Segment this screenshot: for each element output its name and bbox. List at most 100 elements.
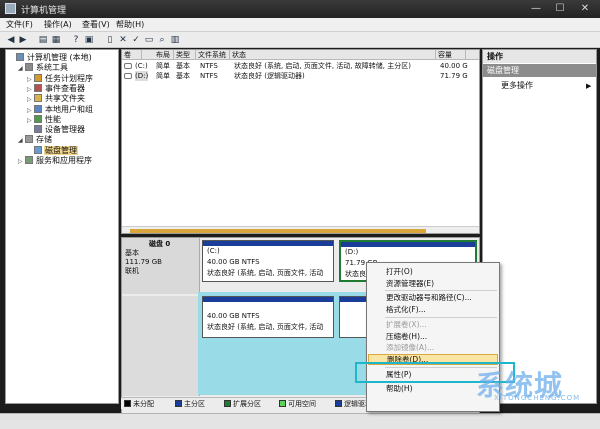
tree-item-label: 事件查看器 — [45, 83, 85, 93]
actions-section-disk-management[interactable]: 磁盘管理 — [483, 64, 596, 77]
partition-name: (C:) — [207, 247, 220, 255]
cell-status: 状态良好 (逻辑驱动器) — [234, 72, 305, 80]
menu-action[interactable]: 操作(A) — [44, 19, 72, 31]
chevron-right-icon[interactable]: ▶ — [586, 81, 591, 91]
drive-icon — [124, 73, 132, 79]
partition-c[interactable]: (C:) 40.00 GB NTFS 状态良好 (系统, 启动, 页面文件, 活… — [202, 240, 334, 282]
tree-item-label: 设备管理器 — [45, 125, 85, 135]
help-icon[interactable]: ? — [70, 34, 82, 46]
context-menu-item[interactable]: 资源管理器(E) — [368, 278, 498, 289]
back-arrow-icon[interactable]: ◀ — [5, 34, 17, 46]
context-menu-item: 扩展卷(X)... — [386, 319, 427, 329]
volume-row-d[interactable]: (D:) 简单 基本 NTFS 状态良好 (逻辑驱动器) 71.79 G — [122, 71, 479, 81]
computer-icon — [16, 53, 24, 61]
scrollbar-thumb[interactable] — [130, 229, 426, 233]
partition-status: 状态良好 (系统, 启动, 页面文件, 活动 — [207, 323, 324, 331]
users-icon — [34, 104, 42, 113]
legend-label: 主分区 — [184, 400, 205, 408]
partition-disk1-second[interactable] — [339, 296, 369, 338]
clock-icon — [34, 73, 42, 82]
folder-icon[interactable]: ▤ — [37, 34, 49, 46]
expander-icon[interactable]: ◢ — [18, 136, 25, 146]
tree-item-label: 系统工具 — [36, 63, 68, 73]
partition-size: 40.00 GB NTFS — [207, 258, 260, 266]
menu-view[interactable]: 查看(V) — [82, 19, 110, 31]
menu-file[interactable]: 文件(F) — [6, 19, 33, 31]
menu-separator — [385, 290, 497, 292]
tree-item-services[interactable]: ▷ 服务和应用程序 — [18, 156, 93, 167]
maximize-button[interactable]: ☐ — [549, 1, 571, 16]
list-icon[interactable]: ▥ — [169, 34, 181, 46]
close-button[interactable]: ✕ — [573, 1, 597, 16]
window-title: 计算机管理 — [21, 6, 67, 16]
legend-swatch — [224, 400, 231, 407]
horizontal-scrollbar[interactable] — [122, 226, 479, 233]
panel-icon[interactable]: ▣ — [83, 34, 95, 46]
cell-capacity: 40.00 G — [440, 62, 468, 70]
legend-item: 主分区 — [175, 400, 205, 408]
partition-name: (D:) — [345, 248, 359, 256]
title-bar: 计算机管理 — ☐ ✕ — [0, 0, 600, 18]
column-header-filesystem[interactable]: 文件系统 — [196, 50, 230, 60]
disk-1-label[interactable] — [122, 296, 200, 396]
legend-item: 未分配 — [124, 400, 154, 408]
legend-swatch — [175, 400, 182, 407]
navigation-tree: 计算机管理 (本地) ◢ 系统工具 ▷ 任务计划程序 ▷ 事件查看器 ▷ 共享文件夹 ▷ 本地用户和… — [5, 49, 119, 404]
column-header-volume[interactable]: 卷 — [122, 50, 142, 60]
tree-item-computer-management[interactable]: 计算机管理 (本地) — [9, 53, 93, 63]
volume-row-c[interactable]: (C:) 简单 基本 NTFS 状态良好 (系统, 启动, 页面文件, 活动, … — [122, 61, 479, 71]
column-header-layout[interactable]: 布局 — [154, 50, 174, 60]
volume-list: 卷 布局 类型 文件系统 状态 容量 (C:) 简单 基本 NTFS 状态良好 … — [121, 49, 480, 234]
properties-icon[interactable]: ▯ — [104, 34, 116, 46]
menu-separator — [385, 316, 497, 318]
menu-help[interactable]: 帮助(H) — [116, 19, 144, 31]
context-menu-item[interactable]: 压缩卷(H)... — [368, 331, 498, 342]
tree-item-label: 性能 — [45, 114, 61, 124]
check-icon[interactable]: ✓ — [130, 34, 142, 46]
legend-item: 扩展分区 — [224, 400, 261, 408]
legend-label: 未分配 — [133, 400, 154, 408]
expander-icon[interactable]: ◢ — [18, 64, 25, 74]
context-menu-item[interactable]: 更改驱动器号和路径(C)... — [368, 292, 498, 303]
app-icon — [5, 3, 16, 14]
device-icon — [34, 125, 42, 134]
grid-icon[interactable]: ▦ — [50, 34, 62, 46]
cell-layout: 简单 — [156, 72, 170, 80]
cell-capacity: 71.79 G — [440, 72, 468, 80]
partition-disk1[interactable]: 40.00 GB NTFS 状态良好 (系统, 启动, 页面文件, 活动 — [202, 296, 334, 338]
search-icon[interactable]: ⌕ — [156, 34, 168, 46]
minimize-button[interactable]: — — [525, 1, 547, 16]
actions-title: 操作 — [483, 50, 596, 63]
toolbar: ◀ ▶ ▤ ▦? ▣ ▯ ✕ ✓ ▭ ⌕ ▥ — [0, 32, 600, 48]
legend-swatch — [335, 400, 342, 407]
open-folder-icon[interactable]: ▭ — [143, 34, 155, 46]
volume-list-header: 卷 布局 类型 文件系统 状态 容量 — [122, 50, 479, 60]
more-actions-link[interactable]: 更多操作 — [501, 81, 533, 91]
tree-item-label: 服务和应用程序 — [36, 156, 92, 165]
drive-icon — [124, 63, 132, 69]
tree-item-device-manager[interactable]: 设备管理器 — [27, 125, 86, 135]
cell-type: 基本 — [176, 62, 190, 70]
delete-icon[interactable]: ✕ — [117, 34, 129, 46]
forward-arrow-icon[interactable]: ▶ — [17, 34, 29, 46]
disk-0-label[interactable]: 磁盘 0 基本 111.79 GB 联机 — [122, 238, 200, 294]
tree-item-label: 存储 — [36, 135, 52, 145]
legend-label: 扩展分区 — [233, 400, 261, 408]
partition-bar — [340, 297, 368, 302]
column-header-status[interactable]: 状态 — [230, 50, 436, 60]
tree-item-label: 任务计划程序 — [45, 73, 93, 83]
disk-0-size: 111.79 GB — [125, 258, 162, 266]
legend-label: 可用空间 — [288, 400, 316, 408]
cell-filesystem: NTFS — [200, 62, 218, 70]
tree-item-label: 本地用户和组 — [45, 104, 93, 114]
column-header-type[interactable]: 类型 — [174, 50, 196, 60]
column-header-capacity[interactable]: 容量 — [436, 50, 466, 60]
context-menu-item[interactable]: 打开(O) — [368, 266, 498, 277]
cell-layout: 简单 — [156, 62, 170, 70]
cell-filesystem: NTFS — [200, 72, 218, 80]
expander-icon[interactable]: ▷ — [18, 157, 25, 167]
tree-item-disk-management[interactable]: 磁盘管理 — [27, 145, 78, 156]
performance-icon — [34, 114, 42, 123]
status-bar — [0, 413, 600, 429]
context-menu-item[interactable]: 格式化(F)... — [368, 304, 498, 315]
